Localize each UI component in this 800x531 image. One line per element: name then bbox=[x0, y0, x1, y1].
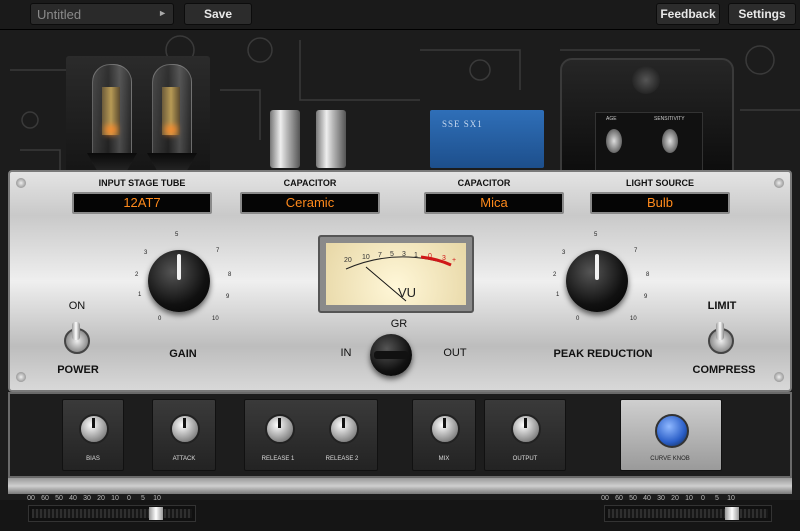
ceramic-capacitor-right bbox=[316, 110, 346, 168]
mica-capacitor: SSE SX1 bbox=[430, 110, 544, 168]
chevron-right-icon[interactable]: ► bbox=[158, 8, 167, 18]
release-2-label: RELEASE 2 bbox=[325, 456, 359, 462]
bias-knob[interactable] bbox=[79, 414, 109, 444]
vu-meter: 20 10 7 5 3 1 0 3 + VU bbox=[318, 235, 474, 313]
vu-mode-switch[interactable] bbox=[370, 334, 412, 376]
top-toolbar: Untitled ► Save Feedback Settings bbox=[0, 0, 800, 30]
gain-knob[interactable] bbox=[148, 250, 210, 312]
compress-label: COMPRESS bbox=[692, 364, 756, 376]
output-level-handle[interactable] bbox=[725, 507, 739, 520]
mica-capacitor-text: SSE SX1 bbox=[442, 119, 483, 129]
ceramic-capacitor-left bbox=[270, 110, 300, 168]
capacitor-1-label: CAPACITOR bbox=[283, 178, 337, 188]
capacitor-2-label: CAPACITOR bbox=[457, 178, 511, 188]
output-level-meter[interactable] bbox=[604, 505, 772, 522]
output-label: OUTPUT bbox=[512, 456, 538, 462]
attack-knob[interactable] bbox=[170, 414, 200, 444]
mix-panel: MIX bbox=[412, 399, 476, 471]
release-2-knob[interactable] bbox=[329, 414, 359, 444]
output-panel: OUTPUT bbox=[484, 399, 566, 471]
capacitor-1-selector[interactable]: Ceramic bbox=[240, 192, 380, 214]
power-label: POWER bbox=[57, 364, 99, 376]
input-level-handle[interactable] bbox=[149, 507, 163, 520]
feedback-button[interactable]: Feedback bbox=[656, 3, 720, 25]
sensitivity-knob[interactable] bbox=[662, 129, 678, 153]
age-knob[interactable] bbox=[606, 129, 622, 153]
mix-knob[interactable] bbox=[430, 414, 460, 444]
output-meter-scale: 00 60 50 40 30 20 10 0 5 10 bbox=[601, 495, 735, 502]
curve-knob-label: CURVE KNOB bbox=[650, 456, 690, 462]
release-panel: RELEASE 1 RELEASE 2 bbox=[244, 399, 378, 471]
faceplate-bottom-strip bbox=[8, 478, 792, 494]
release-1-label: RELEASE 1 bbox=[261, 456, 295, 462]
bias-panel: BIAS bbox=[62, 399, 124, 471]
bias-label: BIAS bbox=[86, 456, 100, 462]
vacuum-tube-right bbox=[147, 64, 197, 175]
light-bulb-icon bbox=[632, 66, 660, 94]
age-label: AGE bbox=[606, 116, 617, 122]
mix-label: MIX bbox=[438, 456, 450, 462]
input-level-meter[interactable] bbox=[28, 505, 196, 522]
attack-panel: ATTACK bbox=[152, 399, 216, 471]
limit-compress-toggle[interactable] bbox=[708, 322, 734, 354]
light-source-selector[interactable]: Bulb bbox=[590, 192, 730, 214]
preset-name: Untitled bbox=[37, 7, 82, 22]
capacitor-2-selector[interactable]: Mica bbox=[424, 192, 564, 214]
release-1-knob[interactable] bbox=[265, 414, 295, 444]
light-box-panel: AGE SENSITIVITY bbox=[595, 112, 703, 172]
power-toggle[interactable] bbox=[64, 322, 90, 354]
vu-switch-gr-label: GR bbox=[390, 318, 408, 330]
vu-switch-in-label: IN bbox=[340, 347, 352, 359]
vu-switch-out-label: OUT bbox=[443, 347, 467, 359]
settings-button[interactable]: Settings bbox=[728, 3, 796, 25]
input-meter-scale: 00 60 50 40 30 20 10 0 5 10 bbox=[27, 495, 161, 502]
input-stage-tube-label: INPUT STAGE TUBE bbox=[98, 178, 186, 188]
output-knob[interactable] bbox=[511, 414, 541, 444]
sensitivity-label: SENSITIVITY bbox=[654, 116, 685, 122]
peak-reduction-knob[interactable] bbox=[566, 250, 628, 312]
vu-label: VU bbox=[398, 285, 417, 300]
light-source-label: LIGHT SOURCE bbox=[625, 178, 694, 188]
limit-label: LIMIT bbox=[707, 300, 737, 312]
vacuum-tube-left bbox=[87, 64, 137, 175]
power-on-label: ON bbox=[68, 300, 86, 312]
gain-label: GAIN bbox=[169, 348, 197, 360]
curve-knob-panel: CURVE KNOB bbox=[620, 399, 722, 471]
tube-housing bbox=[66, 56, 210, 175]
vu-scale bbox=[345, 255, 452, 302]
preset-name-field[interactable]: Untitled ► bbox=[30, 3, 174, 25]
save-button[interactable]: Save bbox=[184, 3, 252, 25]
curve-knob[interactable] bbox=[655, 414, 689, 448]
peak-reduction-label: PEAK REDUCTION bbox=[553, 348, 653, 360]
input-stage-tube-selector[interactable]: 12AT7 bbox=[72, 192, 212, 214]
light-source-box: AGE SENSITIVITY bbox=[560, 58, 734, 178]
attack-label: ATTACK bbox=[172, 456, 196, 462]
